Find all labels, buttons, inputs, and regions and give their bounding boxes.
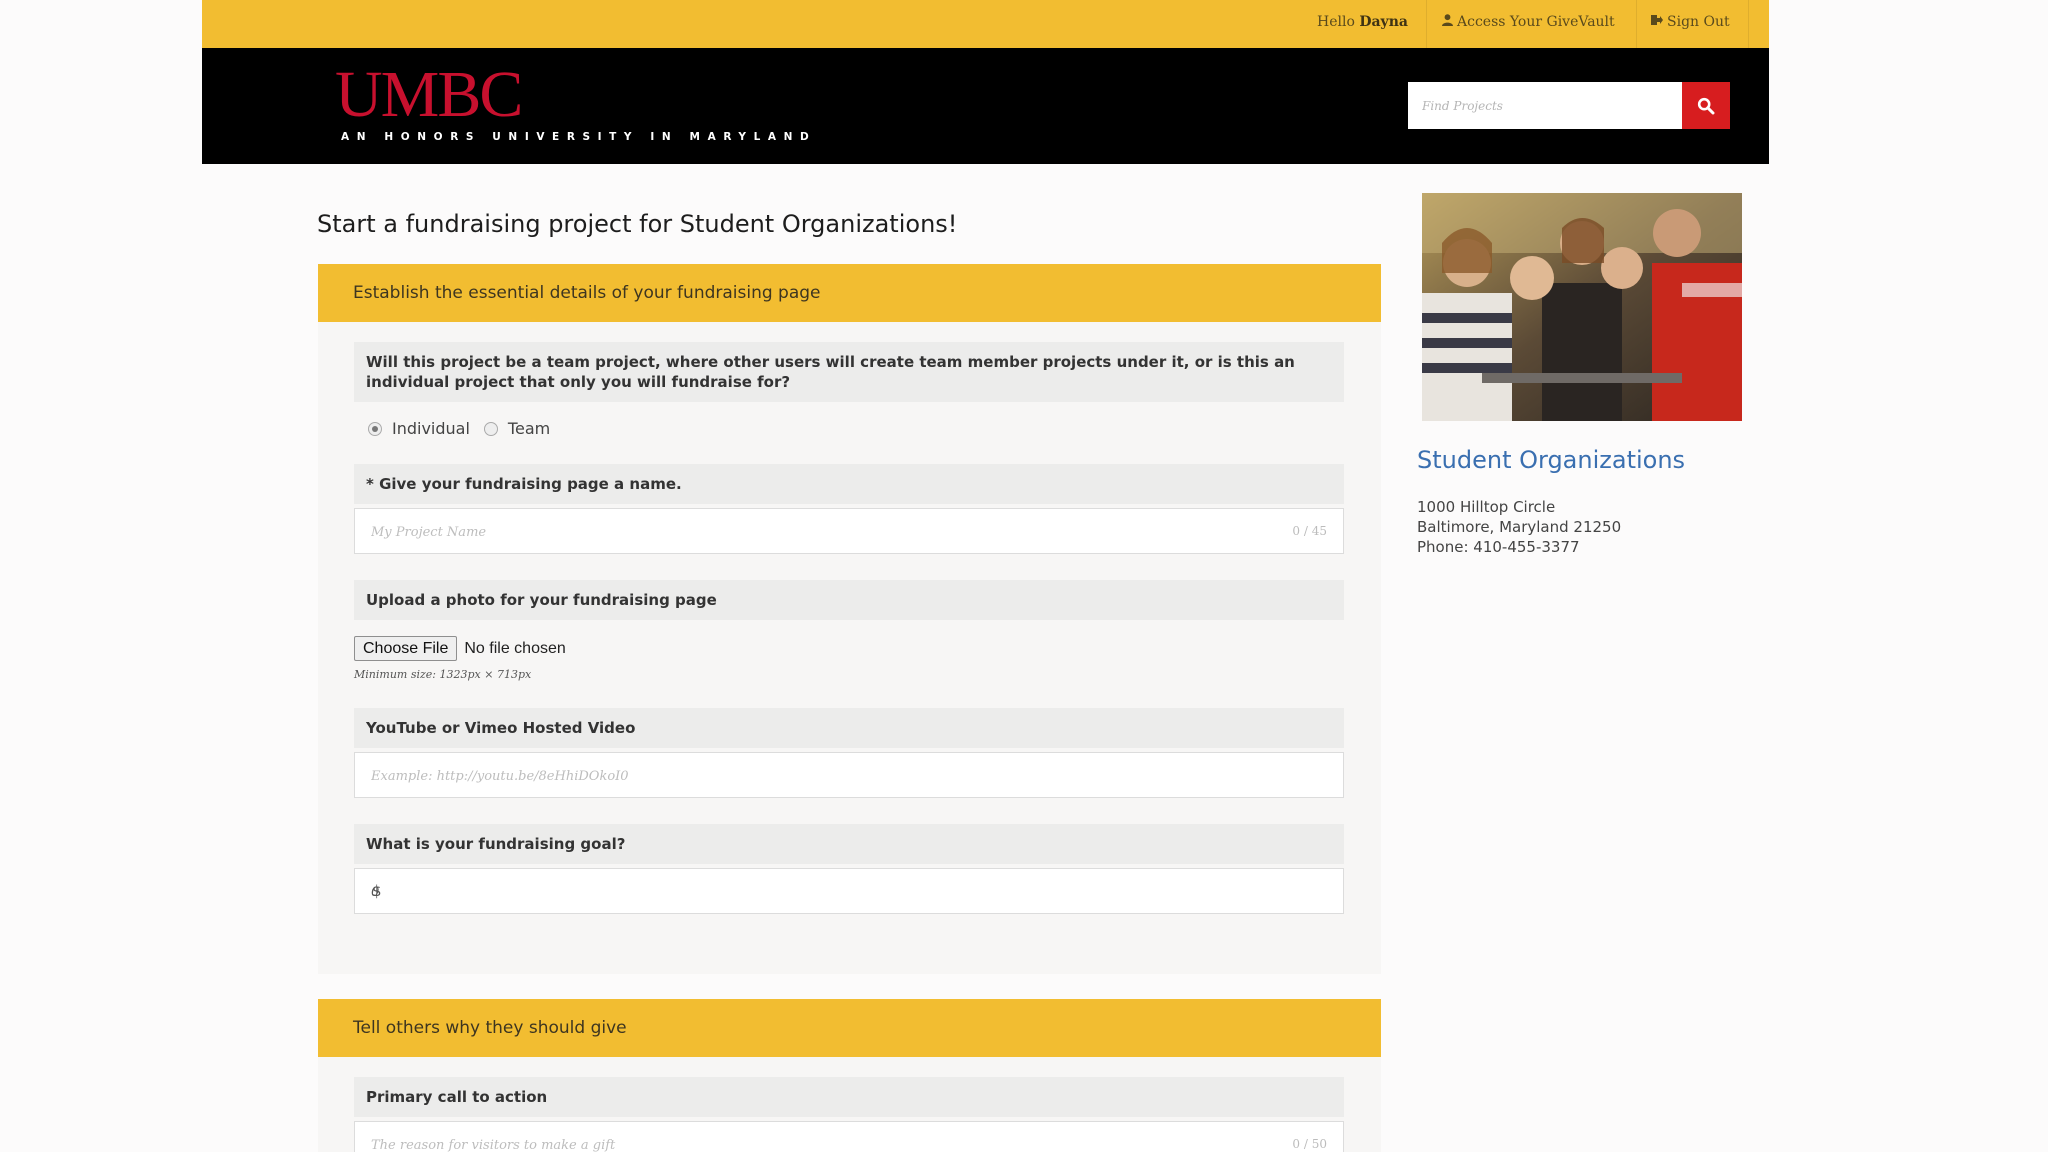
address-line-2: Baltimore, Maryland 21250	[1417, 518, 1622, 536]
page-name-input[interactable]	[369, 509, 1273, 555]
call-to-action-field[interactable]: 0 / 50	[354, 1121, 1344, 1152]
goal-label: What is your fundraising goal?	[354, 824, 1344, 864]
user-icon	[1441, 0, 1453, 44]
video-label: YouTube or Vimeo Hosted Video	[354, 708, 1344, 748]
search-input[interactable]	[1408, 82, 1682, 129]
greeting-prefix: Hello	[1317, 14, 1355, 30]
organization-photo	[1422, 193, 1742, 421]
umbc-logo[interactable]: UMBC	[335, 52, 523, 138]
givevault-label: Access Your GiveVault	[1457, 14, 1615, 30]
goal-field[interactable]: $	[354, 868, 1344, 915]
project-type-question: Will this project be a team project, whe…	[354, 342, 1344, 402]
video-url-input[interactable]	[369, 753, 1273, 799]
section-heading: Tell others why they should give	[318, 999, 1381, 1057]
section-heading: Establish the essential details of your …	[318, 264, 1381, 322]
team-radio-label[interactable]: Team	[508, 419, 550, 438]
call-to-action-label: Primary call to action	[354, 1077, 1344, 1117]
photo-upload-label: Upload a photo for your fundraising page	[354, 580, 1344, 620]
sign-out-label: Sign Out	[1667, 14, 1730, 30]
project-type-options: Individual Team	[368, 419, 564, 438]
why-give-section: Tell others why they should give Primary…	[318, 999, 1381, 1152]
video-field[interactable]	[354, 752, 1344, 799]
page-name-counter: 0 / 45	[1292, 524, 1327, 538]
file-status: No file chosen	[464, 639, 566, 657]
call-to-action-input[interactable]	[369, 1122, 1273, 1152]
sign-out-link[interactable]: Sign Out	[1637, 0, 1749, 48]
site-header: UMBC AN HONORS UNIVERSITY IN MARYLAND	[202, 48, 1769, 164]
givevault-link[interactable]: Access Your GiveVault	[1427, 0, 1637, 48]
phone-number: Phone: 410-455-3377	[1417, 538, 1580, 556]
choose-file-button[interactable]: Choose File	[354, 636, 458, 661]
photo-upload-control: Choose File No file chosen	[354, 636, 566, 661]
search-icon	[1682, 97, 1730, 115]
page-name-label: * Give your fundraising page a name.	[354, 464, 1344, 504]
search-button[interactable]	[1682, 82, 1730, 129]
students-photo-illustration	[1422, 193, 1742, 421]
user-name: Dayna	[1359, 14, 1408, 30]
call-to-action-counter: 0 / 50	[1292, 1137, 1327, 1151]
goal-amount-input[interactable]	[369, 869, 1273, 915]
organization-address: 1000 Hilltop Circle Baltimore, Maryland …	[1417, 497, 1621, 557]
organization-name-link[interactable]: Student Organizations	[1417, 446, 1685, 474]
individual-radio[interactable]	[368, 421, 382, 436]
essential-details-section: Establish the essential details of your …	[318, 264, 1381, 974]
photo-min-size-hint: Minimum size: 1323px × 713px	[354, 668, 532, 681]
individual-radio-label[interactable]: Individual	[392, 419, 470, 438]
page-name-field[interactable]: 0 / 45	[354, 508, 1344, 555]
team-radio[interactable]	[483, 421, 498, 436]
page-title: Start a fundraising project for Student …	[317, 210, 958, 238]
sign-out-icon	[1651, 0, 1663, 44]
top-utility-bar: Hello Dayna Access Your GiveVault Sign O…	[202, 0, 1769, 48]
logo-tagline: AN HONORS UNIVERSITY IN MARYLAND	[341, 131, 817, 143]
address-line-1: 1000 Hilltop Circle	[1417, 498, 1556, 516]
greeting: Hello Dayna	[1303, 0, 1427, 48]
